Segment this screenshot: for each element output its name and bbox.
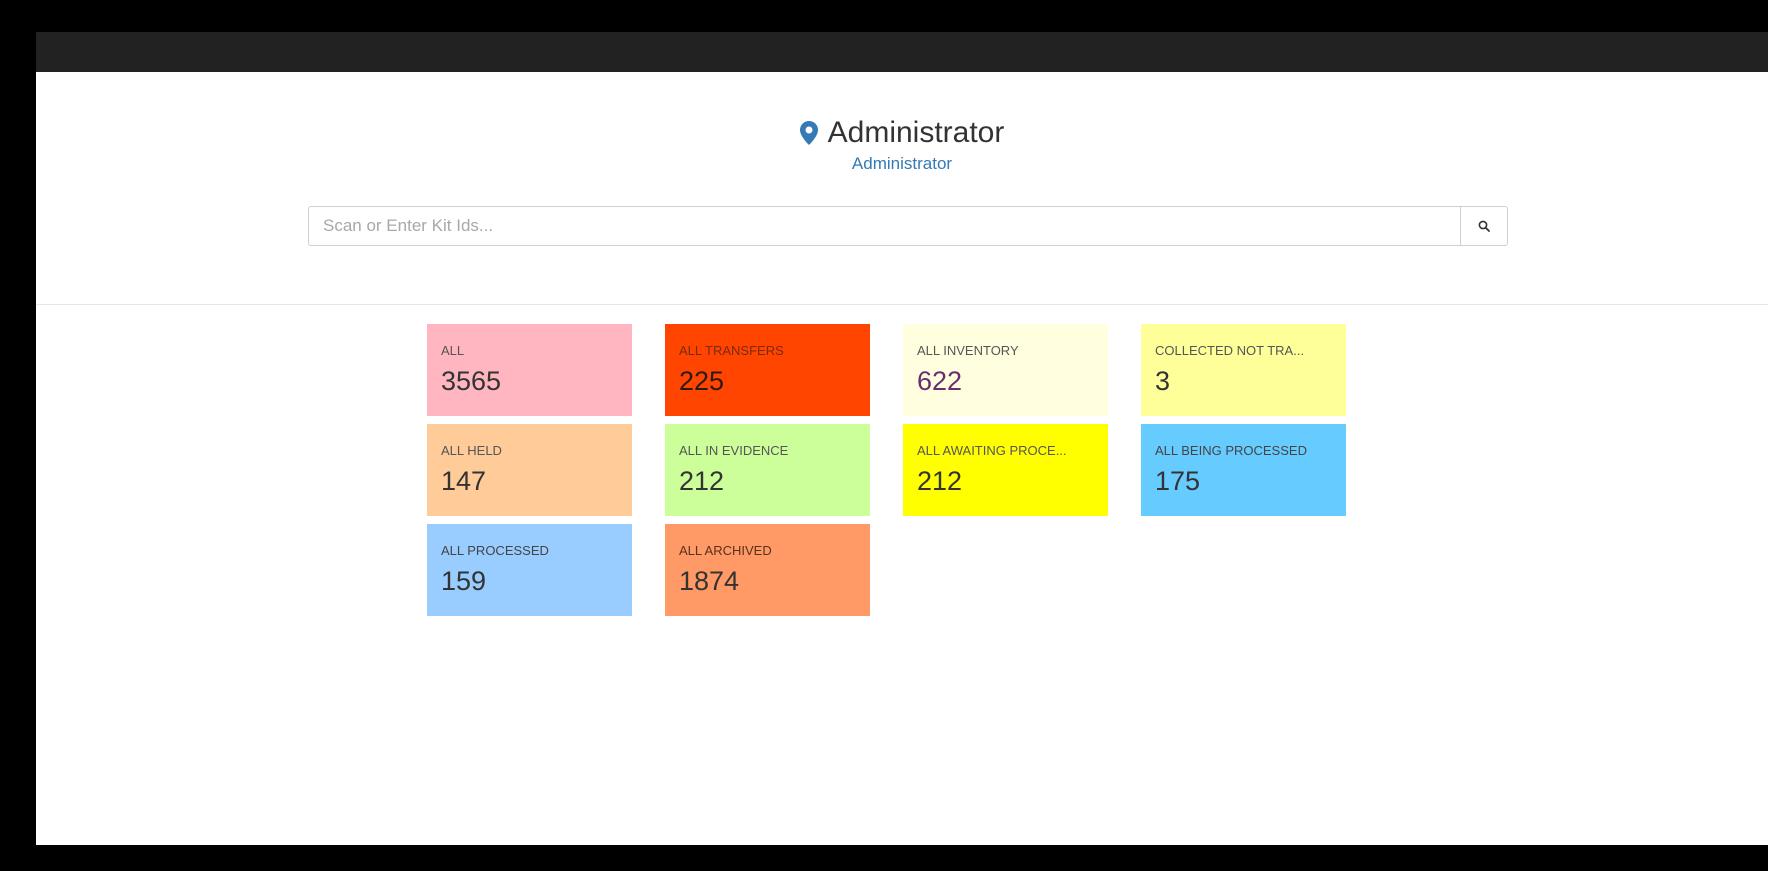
status-tile-count: 3565: [441, 366, 502, 396]
page-subtitle: Administrator: [851, 154, 953, 173]
status-tile[interactable]: COLLECTED NOT TRA... 3: [1141, 324, 1346, 416]
status-tile-count: 225: [679, 366, 725, 396]
status-tile-label: ALL BEING PROCESSED: [1155, 443, 1307, 458]
status-tile[interactable]: ALL INVENTORY 622: [903, 324, 1108, 416]
status-tile[interactable]: ALL 3565: [427, 324, 632, 416]
status-tile[interactable]: ALL ARCHIVED 1874: [665, 524, 870, 616]
status-tile-grid: ALL 3565 ALL TRANSFERS 225 ALL INVENTORY 622 C…: [427, 324, 1346, 616]
status-tile-count: 212: [917, 466, 963, 496]
status-tile-label: ALL ARCHIVED: [679, 543, 772, 558]
page-header: Administrator Administrator: [36, 72, 1768, 305]
status-tile-label: COLLECTED NOT TRA...: [1155, 343, 1305, 358]
status-tile-label: ALL AWAITING PROCE...: [917, 443, 1067, 458]
status-tile[interactable]: ALL PROCESSED 159: [427, 524, 632, 616]
status-tile-label: ALL IN EVIDENCE: [679, 443, 789, 458]
status-tile-count: 1874: [679, 566, 740, 596]
status-tile-count: 175: [1155, 466, 1201, 496]
status-tile-label: ALL INVENTORY: [917, 343, 1019, 358]
status-tile-count: 622: [917, 366, 963, 396]
title-row: Administrator: [36, 118, 1768, 149]
kit-search-input[interactable]: [308, 206, 1460, 246]
status-tile-count: 3: [1155, 366, 1171, 396]
page-title-text: Administrator: [827, 116, 1005, 149]
kit-search-bar: [308, 206, 1508, 246]
status-tile-count: 147: [441, 466, 487, 496]
status-tile-label: ALL PROCESSED: [441, 543, 549, 558]
status-tile-label: ALL TRANSFERS: [679, 343, 784, 358]
status-tile[interactable]: ALL AWAITING PROCE... 212: [903, 424, 1108, 516]
status-tile[interactable]: ALL TRANSFERS 225: [665, 324, 870, 416]
search-button[interactable]: [1460, 206, 1508, 246]
app-window: Administrator Administrator ALL 3565 ALL T…: [36, 32, 1768, 845]
map-marker-icon: [799, 121, 818, 145]
status-tile-count: 159: [441, 566, 487, 596]
status-tile-label: ALL: [441, 343, 465, 358]
status-tile[interactable]: ALL BEING PROCESSED 175: [1141, 424, 1346, 516]
top-navbar: [36, 32, 1768, 72]
search-icon: [1478, 220, 1490, 232]
status-tile[interactable]: ALL IN EVIDENCE 212: [665, 424, 870, 516]
page-title: Administrator: [799, 116, 1005, 149]
status-tile-label: ALL HELD: [441, 443, 502, 458]
status-tile-count: 212: [679, 466, 725, 496]
status-tile[interactable]: ALL HELD 147: [427, 424, 632, 516]
